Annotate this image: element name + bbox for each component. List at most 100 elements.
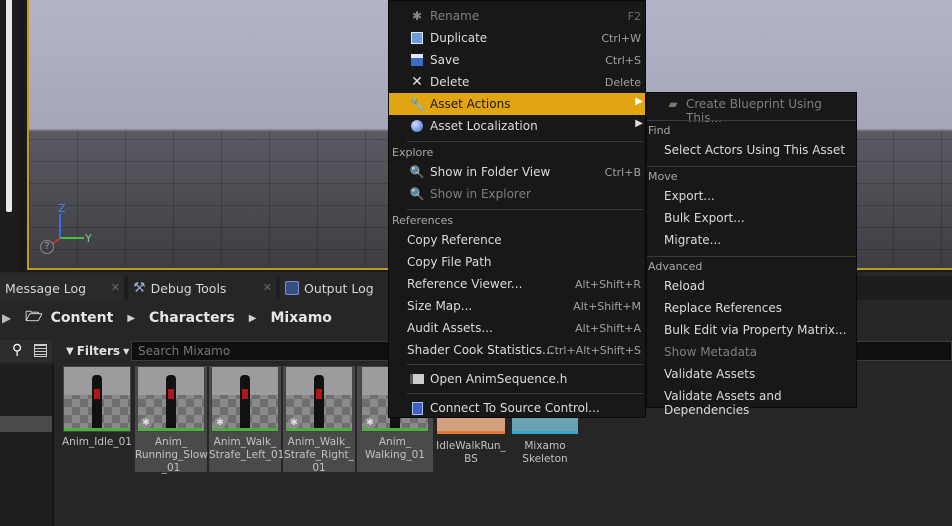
wrench-icon: 🔧 [409,97,425,111]
breadcrumb-item-mixamo[interactable]: Mixamo [271,310,332,326]
menu-item-copy-reference[interactable]: Copy Reference [389,229,645,251]
tab-label: Message Log [5,280,87,296]
menu-item-duplicate[interactable]: Duplicate Ctrl+W [389,27,645,49]
menu-divider [647,120,856,121]
globe-icon [409,119,425,133]
menu-item-show-in-folder-view[interactable]: 🔍 Show in Folder View Ctrl+B [389,161,645,183]
asset-label: IdleWalkRun_ BS [436,440,506,465]
menu-item-replace-references[interactable]: Replace References [647,297,856,319]
menu-divider [407,393,643,394]
magnifier-icon: 🔍 [409,165,425,179]
close-icon: ✕ [411,74,423,90]
menu-item-show-metadata[interactable]: Show Metadata [647,341,856,363]
menu-item-delete[interactable]: ✕ Delete Delete [389,71,645,93]
debug-tools-icon: ⚒ [133,280,146,296]
star-icon: ✱ [288,417,300,429]
menu-item-show-in-explorer[interactable]: 🔍 Show in Explorer [389,183,645,205]
asset-thumbnail: ✱ [137,366,205,432]
menu-item-migrate[interactable]: Migrate... [647,229,856,251]
asset-label: Anim_ Walking_01 [365,436,425,461]
menu-item-size-map[interactable]: Size Map... Alt+Shift+M [389,295,645,317]
view-options-icon[interactable] [34,344,47,357]
menu-divider [647,256,856,257]
section-header-move: Move [648,170,678,183]
menu-item-bulk-edit[interactable]: Bulk Edit via Property Matrix... [647,319,856,341]
selected-source-row[interactable] [0,416,52,432]
asset-label: Anim_Walk_ Strafe_Left_01 [209,436,285,461]
filters-label: Filters [76,344,121,358]
asset-label: Mixamo Skeleton [522,440,568,465]
menu-item-rename[interactable]: ✱ Rename F2 [389,5,645,27]
menu-item-validate-assets-dependencies[interactable]: Validate Assets and Dependencies [647,385,856,417]
code-file-icon [409,372,425,386]
menu-item-validate-assets[interactable]: Validate Assets [647,363,856,385]
help-icon[interactable]: ? [40,240,54,254]
viewport-left-strip [0,0,20,272]
asset-tile[interactable]: ✱ Anim_ Running_Slow _01 [135,366,208,474]
source-control-icon [409,401,425,415]
menu-divider [407,141,643,142]
asset-thumbnail [437,418,505,434]
submenu-arrow-icon: ▶ [635,96,643,107]
close-icon[interactable]: ✕ [263,281,272,294]
section-header-explore: Explore [392,146,434,159]
asset-thumbnail: ✱ [285,366,353,432]
star-icon: ✱ [214,417,226,429]
menu-item-save[interactable]: Save Ctrl+S [389,49,645,71]
menu-item-shader-cook-statistics[interactable]: Shader Cook Statistics... Ctrl+Alt+Shift… [389,339,645,361]
asset-thumbnail: ✱ [211,366,279,432]
search-icon[interactable]: ⚲ [12,342,22,358]
sources-panel [0,364,54,526]
asset-label: Anim_Idle_01 [62,436,132,448]
asset-tile[interactable]: ✱ Anim_Walk_ Strafe_Left_01 [209,366,285,472]
filters-button[interactable]: ▼ Filters ▼ [61,340,130,362]
save-icon [409,53,425,67]
asset-tile[interactable]: IdleWalkRun_ BS [434,418,508,466]
axis-y-label: Y [85,232,92,245]
blueprint-icon: ▰ [668,97,678,111]
menu-item-create-blueprint[interactable]: ▰ Create Blueprint Using This... [647,93,856,125]
menu-item-copy-file-path[interactable]: Copy File Path [389,251,645,273]
breadcrumb-separator-icon[interactable]: ▶ [249,313,257,324]
menu-item-asset-localization[interactable]: Asset Localization ▶ [389,115,645,137]
menu-divider [647,166,856,167]
breadcrumb-item-content[interactable]: Content [51,310,114,326]
vertical-scrollbar[interactable] [6,0,12,212]
context-menu: ✱ Rename F2 Duplicate Ctrl+W Save Ctrl+S… [388,0,646,418]
tab-message-log[interactable]: Message Log ✕ [0,276,124,300]
menu-item-export[interactable]: Export... [647,185,856,207]
menu-item-asset-actions[interactable]: 🔧 Asset Actions ▶ [389,93,645,115]
breadcrumb-item-characters[interactable]: Characters [149,310,235,326]
breadcrumb-separator-icon[interactable]: ▶ [127,313,135,324]
asset-label: Anim_Walk_ Strafe_Right_ 01 [284,436,354,474]
menu-item-select-actors[interactable]: Select Actors Using This Asset [647,139,856,161]
section-header-references: References [392,214,454,227]
asset-tile[interactable]: ✱ Anim_Walk_ Strafe_Right_ 01 [283,366,355,474]
menu-item-bulk-export[interactable]: Bulk Export... [647,207,856,229]
section-header-advanced: Advanced [648,260,703,273]
asset-tile[interactable]: Anim_Idle_01 [61,366,133,449]
menu-divider [407,364,643,365]
tab-label: Output Log [304,280,374,296]
asset-thumbnail [63,366,131,432]
star-icon: ✱ [364,417,376,429]
output-log-icon [285,281,299,295]
menu-item-reference-viewer[interactable]: Reference Viewer... Alt+Shift+R [389,273,645,295]
asset-tile[interactable]: Mixamo Skeleton [508,418,582,466]
section-header-find: Find [648,124,671,137]
back-arrow-icon[interactable]: ▶ [2,311,11,325]
folder-icon: 🗁 [25,309,43,325]
menu-item-open-anim-sequence[interactable]: Open AnimSequence.h [389,368,645,390]
close-icon[interactable]: ✕ [111,281,120,294]
tab-output-log[interactable]: Output Log [280,276,390,300]
menu-item-reload[interactable]: Reload [647,275,856,297]
menu-item-connect-source-control[interactable]: Connect To Source Control... [389,397,645,419]
magnifier-icon: 🔍 [409,187,425,201]
tab-debug-tools[interactable]: ⚒ Debug Tools ✕ [128,276,276,300]
duplicate-icon [409,31,425,45]
axis-z-label: Z [58,202,66,215]
sources-toolbar: ⚲ [0,340,52,362]
asset-thumbnail [512,418,578,434]
menu-item-audit-assets[interactable]: Audit Assets... Alt+Shift+A [389,317,645,339]
chevron-down-icon: ▼ [123,346,130,356]
